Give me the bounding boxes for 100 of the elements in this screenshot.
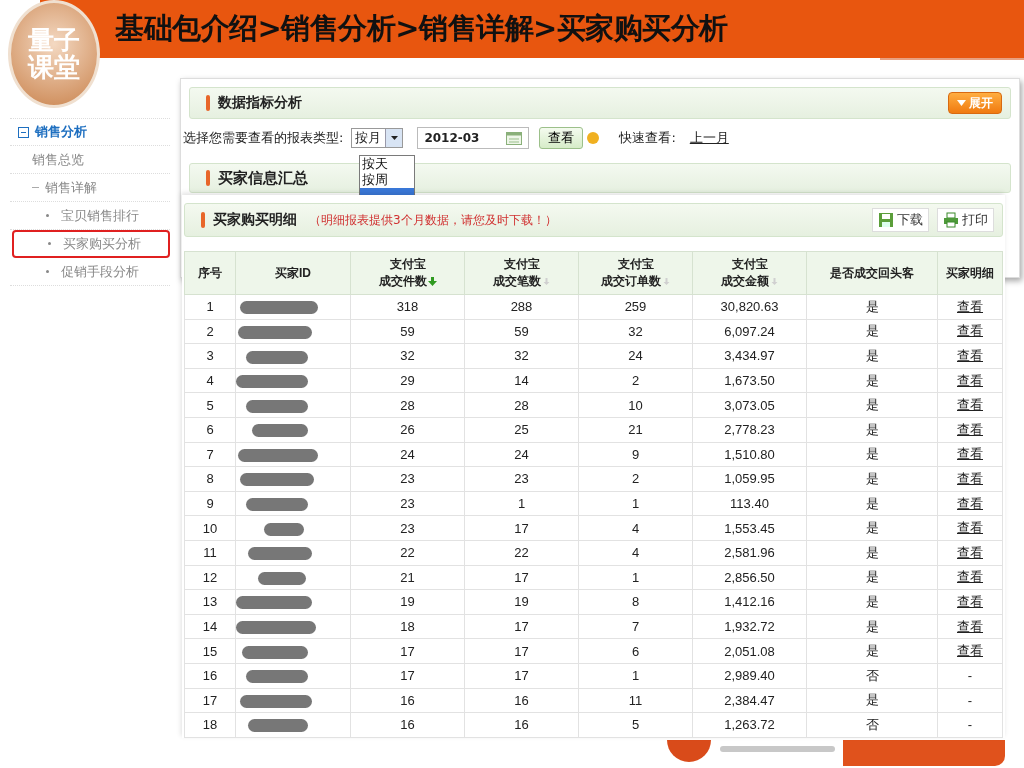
panel-title: 买家信息汇总	[218, 168, 308, 188]
column-header: 买家ID	[235, 251, 351, 295]
redaction-mark	[240, 694, 312, 708]
table-cell: 1,932.72	[692, 614, 807, 639]
logo-text: 课堂	[28, 54, 80, 82]
download-button[interactable]: 下载	[872, 208, 929, 232]
report-type-select[interactable]: 按月	[351, 128, 404, 148]
table-cell: 29	[350, 368, 465, 393]
table-cell: 13	[184, 589, 236, 615]
table-cell: 10	[184, 515, 236, 541]
table-cell: -	[967, 668, 973, 684]
redaction-mark	[258, 571, 306, 585]
table-cell: 113.40	[692, 491, 807, 516]
marker-icon	[206, 170, 210, 186]
table-cell: 23	[350, 491, 465, 516]
table-cell: 7	[578, 614, 693, 639]
column-header: 是否成交回头客	[806, 251, 938, 295]
column-header[interactable]: 支付宝 成交订单数	[578, 251, 693, 295]
table-cell: 23	[464, 466, 579, 492]
table-cell: 14	[464, 368, 579, 393]
redaction-mark	[236, 375, 308, 389]
sidebar-item[interactable]: 买家购买分析	[12, 230, 170, 258]
column-header[interactable]: 支付宝 成交笔数	[464, 251, 579, 295]
table-cell: 2,051.08	[692, 638, 807, 664]
table-cell: 32	[350, 343, 465, 369]
table-cell: 2	[184, 319, 236, 344]
table-cell: 1,673.50	[692, 368, 807, 393]
column-header[interactable]: 支付宝 成交金额	[692, 251, 807, 295]
table-cell: 9	[578, 442, 693, 467]
table-cell: 1	[464, 491, 579, 516]
sidebar-item[interactable]: 宝贝销售排行	[10, 202, 170, 230]
bullet-icon	[46, 270, 49, 273]
marker-icon	[206, 95, 210, 111]
table-cell: 59	[350, 319, 465, 344]
table-cell: 3,073.05	[692, 392, 807, 418]
table-cell: 是	[806, 442, 938, 467]
table-cell: 17	[464, 614, 579, 639]
table-cell: 2,581.96	[692, 540, 807, 566]
dropdown-option[interactable]: 按天	[360, 156, 414, 172]
print-button[interactable]: 打印	[937, 208, 994, 232]
table-cell: 18	[184, 712, 236, 738]
redaction-mark	[246, 350, 308, 364]
table-cell: 是	[806, 343, 938, 369]
table-cell: 1,412.16	[692, 589, 807, 615]
panel-note: （明细报表提供3个月数据，请您及时下载！）	[309, 211, 557, 229]
table-cell: 318	[350, 294, 465, 320]
table-cell: 24	[350, 442, 465, 467]
column-header[interactable]: 支付宝 成交件数	[350, 251, 465, 295]
redaction-mark	[252, 424, 308, 438]
table-cell: 16	[184, 663, 236, 688]
table-cell: 2	[578, 368, 693, 393]
table-cell: 16	[350, 712, 465, 738]
table-cell: 23	[350, 466, 465, 492]
sidebar-item[interactable]: 促销手段分析	[10, 258, 170, 286]
table-cell: 19	[350, 589, 465, 615]
table-cell: 是	[806, 638, 938, 664]
table-cell: 16	[464, 688, 579, 713]
printer-icon	[943, 212, 959, 228]
table-cell: 8	[184, 466, 236, 492]
table-cell: 15	[184, 638, 236, 664]
redaction-mark	[264, 522, 304, 536]
redaction-mark	[248, 547, 312, 561]
table-cell: 21	[350, 565, 465, 590]
date-field[interactable]: 2012-03	[417, 127, 530, 149]
table-cell: 32	[464, 343, 579, 369]
calendar-icon	[506, 131, 523, 145]
table-cell: 3,434.97	[692, 343, 807, 369]
table-cell: 是	[806, 491, 938, 516]
table-cell: 16	[464, 712, 579, 738]
table-cell: 25	[464, 417, 579, 443]
table-cell: 24	[464, 442, 579, 467]
redaction-mark	[248, 719, 308, 733]
redaction-mark	[246, 498, 308, 512]
table-cell: 26	[350, 417, 465, 443]
marker-icon	[201, 212, 205, 228]
table-cell: 59	[464, 319, 579, 344]
table-cell: 30,820.63	[692, 294, 807, 320]
table-cell: 是	[806, 392, 938, 418]
table-cell: 4	[578, 540, 693, 566]
panel-title: 数据指标分析	[218, 94, 302, 112]
table-cell: 288	[464, 294, 579, 320]
table-cell: 16	[350, 688, 465, 713]
sidebar-item[interactable]: 销售详解	[10, 174, 170, 202]
view-button[interactable]: 查看	[539, 127, 584, 149]
dropdown-option[interactable]: 按周	[360, 172, 414, 188]
table-cell: 5	[184, 392, 236, 418]
last-month-link[interactable]: 上一月	[689, 129, 729, 147]
table-cell: 1	[578, 663, 693, 688]
sidebar-item[interactable]: 销售总览	[10, 146, 170, 174]
table-cell: 1	[578, 491, 693, 516]
table-cell: 17	[184, 688, 236, 713]
table-cell: 19	[464, 589, 579, 615]
sidebar-item[interactable]: 销售分析	[10, 118, 170, 146]
table-cell: 6,097.24	[692, 319, 807, 344]
table-cell: 1,263.72	[692, 712, 807, 738]
table-cell: 是	[806, 319, 938, 344]
table-cell: -	[967, 717, 973, 733]
bullet-icon	[46, 214, 49, 217]
table-cell: 7	[184, 442, 236, 467]
table-cell: 2,778.23	[692, 417, 807, 443]
